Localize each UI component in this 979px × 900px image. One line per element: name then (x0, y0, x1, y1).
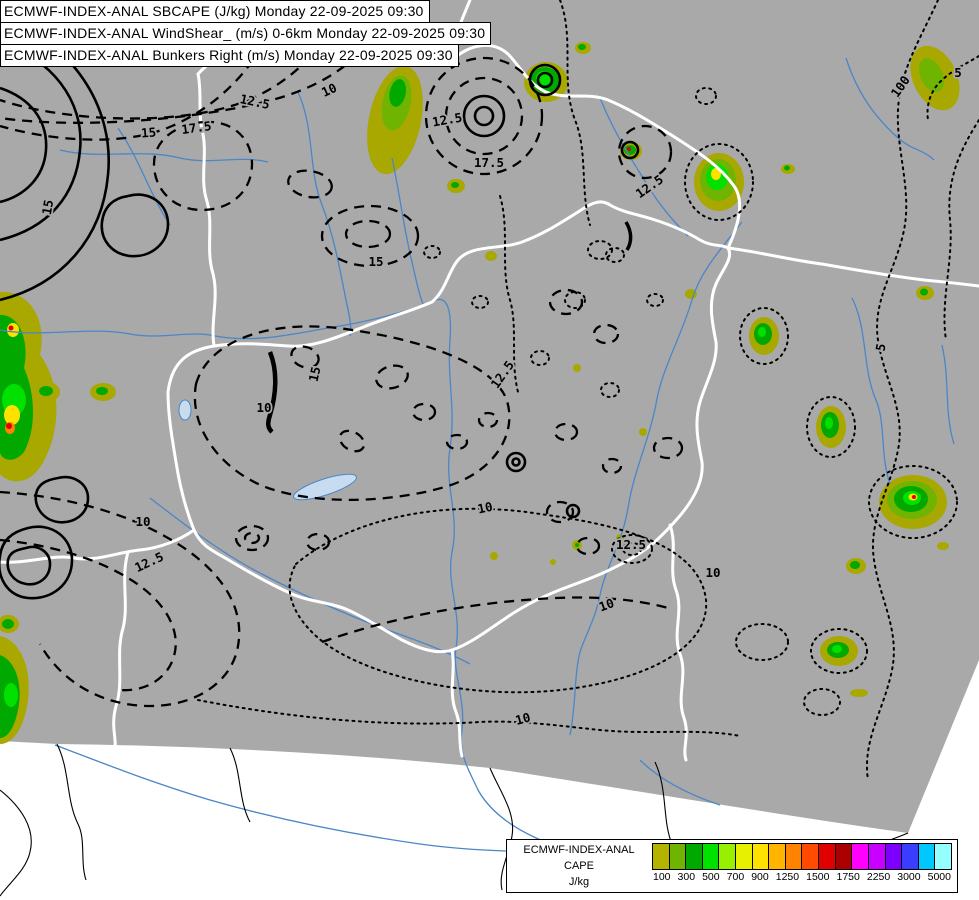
colorbar-cell (736, 843, 753, 870)
colorbar-tick-label: 1500 (806, 871, 829, 883)
colorbar-cell (902, 843, 919, 870)
colorbar-cell (652, 843, 670, 870)
title-sbcape: ECMWF-INDEX-ANAL SBCAPE (J/kg) Monday 22… (0, 0, 430, 23)
contour-label: 17.5 (474, 155, 504, 170)
colorbar-tick-label: 500 (702, 871, 720, 883)
colorbar-tick-label: 1250 (776, 871, 799, 883)
colorbar-cell (919, 843, 936, 870)
contour-label: 15 (306, 365, 324, 383)
legend: ECMWF-INDEX-ANAL CAPE J/kg 100 300 500 700 9… (506, 839, 958, 893)
colorbar-cell (769, 843, 786, 870)
contour-label: 12.5 (616, 537, 646, 552)
title-windshear: ECMWF-INDEX-ANAL WindShear_ (m/s) 0-6km … (0, 22, 491, 45)
legend-ticks: 100 300 500 700 900 1250 1500 1750 2250 3000 5000 (652, 871, 952, 883)
colorbar-cell (886, 843, 903, 870)
colorbar-cell (670, 843, 687, 870)
colorbar-cell (852, 843, 869, 870)
colorbar-cell (819, 843, 836, 870)
colorbar-cell (836, 843, 853, 870)
legend-meta: ECMWF-INDEX-ANAL CAPE J/kg (512, 843, 646, 889)
colorbar-tick-label: 3000 (897, 871, 920, 883)
weather-map: 17.51512.51012.517.5151512.5101012.512.5… (0, 0, 979, 900)
colorbar-tick-label: 900 (751, 871, 769, 883)
title-bunkers: ECMWF-INDEX-ANAL Bunkers Right (m/s) Mon… (0, 44, 459, 67)
legend-title: ECMWF-INDEX-ANAL (512, 844, 646, 856)
legend-colorbar (652, 843, 952, 870)
colorbar-tick-label: 300 (678, 871, 696, 883)
colorbar-tick-label: 5000 (928, 871, 951, 883)
contour-label: 15 (140, 124, 156, 140)
lake-neusiedl (179, 400, 191, 420)
legend-units: J/kg (512, 876, 646, 888)
colorbar-cell (686, 843, 703, 870)
colorbar-cell (753, 843, 770, 870)
colorbar-cell (703, 843, 720, 870)
contour-label: 5 (954, 65, 962, 80)
legend-colorbar-block: 100 300 500 700 900 1250 1500 1750 2250 3000 5000 (652, 843, 952, 889)
colorbar-cell (786, 843, 803, 870)
legend-parameter: CAPE (512, 860, 646, 872)
contour-label: 10 (256, 400, 271, 415)
contour-label: 10 (135, 514, 150, 529)
contour-label: 10 (476, 499, 494, 517)
colorbar-tick-label: 700 (727, 871, 745, 883)
colorbar-cell (869, 843, 886, 870)
colorbar-cell (719, 843, 736, 870)
contour-label: 10 (705, 565, 720, 580)
colorbar-cell (802, 843, 819, 870)
contour-label: 15 (39, 198, 56, 215)
colorbar-tick-label: 1750 (836, 871, 859, 883)
colorbar-tick-label: 2250 (867, 871, 890, 883)
title-block: ECMWF-INDEX-ANAL SBCAPE (J/kg) Monday 22… (0, 0, 491, 67)
colorbar-cell (935, 843, 952, 870)
contour-label: 15 (368, 254, 383, 269)
colorbar-tick-label: 100 (653, 871, 671, 883)
